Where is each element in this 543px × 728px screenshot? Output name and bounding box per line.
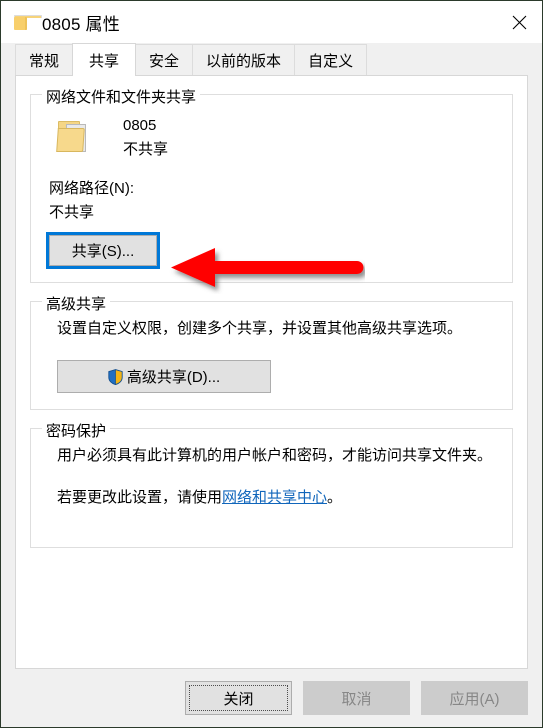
tab-previous-versions[interactable]: 以前的版本 [192, 44, 296, 75]
group-title-password-protection: 密码保护 [42, 420, 111, 441]
network-path-value: 不共享 [49, 204, 95, 221]
password-protection-line2: 若要更改此设置，请使用网络和共享中心。 [57, 487, 494, 509]
group-title-network-sharing: 网络文件和文件夹共享 [42, 86, 201, 107]
tab-general[interactable]: 常规 [15, 44, 74, 75]
network-path-label: 网络路径(N): [49, 180, 134, 197]
uac-shield-icon [108, 368, 123, 385]
apply-button[interactable]: 应用(A) [421, 681, 528, 715]
dialog-footer: 关闭 取消 应用(A) [1, 669, 542, 727]
password-protection-line2-prefix: 若要更改此设置，请使用 [57, 489, 223, 506]
tab-customize[interactable]: 自定义 [294, 44, 368, 75]
advanced-sharing-description: 设置自定义权限，创建多个共享，并设置其他高级共享选项。 [57, 320, 463, 337]
close-button[interactable]: 关闭 [185, 681, 292, 715]
tab-content-panel: 网络文件和文件夹共享 0805 不共享 网络路径(N): 不共享 共享(S)..… [15, 75, 528, 669]
folder-document-icon [56, 115, 95, 155]
folder-icon [14, 14, 42, 30]
advanced-sharing-button[interactable]: 高级共享(D)... [57, 360, 271, 393]
network-and-sharing-center-link[interactable]: 网络和共享中心 [222, 489, 327, 506]
window-title: 0805 属性 [42, 14, 120, 34]
title-bar: 0805 属性 [1, 1, 542, 43]
password-protection-line2-suffix: 。 [327, 489, 343, 506]
group-title-advanced-sharing: 高级共享 [42, 293, 111, 314]
group-advanced-sharing: 高级共享 设置自定义权限，创建多个共享，并设置其他高级共享选项。 高级共享(D)… [30, 293, 513, 410]
advanced-sharing-button-label: 高级共享(D)... [126, 369, 221, 386]
properties-dialog: 0805 属性 常规 共享 安全 以前的版本 自定义 网络文件和文件夹共享 08… [0, 0, 543, 728]
tab-sharing[interactable]: 共享 [72, 43, 137, 76]
group-password-protection: 密码保护 用户必须具有此计算机的用户帐户和密码，才能访问共享文件夹。 若要更改此… [30, 420, 513, 548]
tab-strip: 常规 共享 安全 以前的版本 自定义 [1, 43, 542, 76]
close-icon[interactable] [496, 1, 542, 43]
share-status: 不共享 [123, 141, 169, 158]
folder-name: 0805 [123, 117, 157, 134]
cancel-button[interactable]: 取消 [303, 681, 410, 715]
password-protection-line1: 用户必须具有此计算机的用户帐户和密码，才能访问共享文件夹。 [57, 447, 493, 464]
group-network-file-and-folder-sharing: 网络文件和文件夹共享 0805 不共享 网络路径(N): 不共享 共享(S)..… [30, 86, 513, 283]
share-button[interactable]: 共享(S)... [46, 232, 160, 269]
shared-folder-summary: 0805 不共享 [49, 115, 494, 163]
tab-security[interactable]: 安全 [135, 44, 194, 75]
